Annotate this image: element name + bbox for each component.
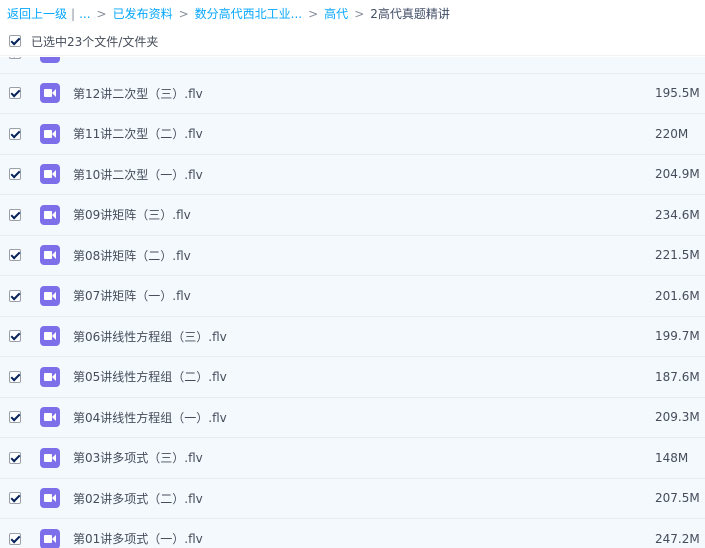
file-size: 247.2M bbox=[655, 531, 700, 546]
breadcrumb-pipe: | bbox=[71, 6, 76, 21]
breadcrumb-back-link[interactable]: 返回上一级 bbox=[7, 5, 67, 22]
file-size: 209.3M bbox=[655, 410, 700, 425]
file-name[interactable]: 第02讲多项式（二）.flv bbox=[73, 490, 203, 507]
video-file-icon bbox=[40, 447, 60, 468]
file-checkbox[interactable] bbox=[9, 127, 21, 140]
file-checkbox[interactable] bbox=[9, 330, 21, 343]
file-size: 148M bbox=[655, 450, 689, 465]
file-size: 207.5M bbox=[655, 491, 700, 506]
file-checkbox[interactable] bbox=[9, 249, 21, 262]
selection-bar: 已选中23个文件/文件夹 bbox=[0, 27, 705, 56]
file-name[interactable]: 第08讲矩阵（二）.flv bbox=[73, 247, 191, 264]
selection-count-text: 已选中23个文件/文件夹 bbox=[31, 34, 159, 49]
file-size: 199.7M bbox=[655, 329, 700, 344]
file-size: 187.6M bbox=[655, 369, 700, 384]
file-name[interactable]: 第06讲线性方程组（三）.flv bbox=[73, 328, 227, 345]
select-all-checkbox[interactable] bbox=[9, 35, 21, 47]
file-checkbox[interactable] bbox=[9, 411, 21, 424]
file-checkbox[interactable] bbox=[9, 451, 21, 464]
video-file-icon bbox=[40, 123, 60, 144]
file-checkbox[interactable] bbox=[9, 168, 21, 181]
file-name[interactable]: 第12讲二次型（三）.flv bbox=[73, 85, 203, 102]
file-name[interactable]: 第04讲线性方程组（一）.flv bbox=[73, 409, 227, 426]
file-name[interactable]: 第01讲多项式（一）.flv bbox=[73, 530, 203, 547]
file-checkbox[interactable] bbox=[9, 87, 21, 100]
breadcrumb-separator: > bbox=[354, 6, 365, 21]
breadcrumb-ellipsis-link[interactable]: ... bbox=[79, 7, 90, 21]
breadcrumb-current-folder: 2高代真题精讲 bbox=[370, 7, 450, 21]
video-file-icon bbox=[40, 528, 60, 548]
file-checkbox[interactable] bbox=[9, 492, 21, 505]
file-name[interactable]: 第11讲二次型（二）.flv bbox=[73, 125, 203, 142]
file-row[interactable]: 第03讲多项式（三）.flv 148M bbox=[0, 438, 705, 479]
file-row[interactable]: 第10讲二次型（一）.flv 204.9M bbox=[0, 154, 705, 195]
breadcrumb-folder-link[interactable]: 数分高代西北工业... bbox=[195, 5, 302, 22]
file-size: 220M bbox=[655, 126, 689, 141]
file-row[interactable]: 第11讲二次型（二）.flv 220M bbox=[0, 114, 705, 155]
file-name[interactable]: 第10讲二次型（一）.flv bbox=[73, 166, 203, 183]
video-file-icon bbox=[40, 164, 60, 185]
breadcrumb: 返回上一级 | ... > 已发布资料 > 数分高代西北工业... > 高代 >… bbox=[0, 0, 705, 27]
file-size: 195.5M bbox=[655, 86, 700, 101]
file-row[interactable]: 第07讲矩阵（一）.flv 201.6M bbox=[0, 276, 705, 317]
file-size: 201.6M bbox=[655, 288, 700, 303]
file-checkbox[interactable] bbox=[9, 289, 21, 302]
file-checkbox[interactable] bbox=[9, 208, 21, 221]
file-checkbox[interactable] bbox=[9, 370, 21, 383]
file-checkbox[interactable] bbox=[9, 57, 21, 59]
file-row[interactable]: 第05讲线性方程组（二）.flv 187.6M bbox=[0, 357, 705, 398]
breadcrumb-separator: > bbox=[308, 6, 319, 21]
file-row[interactable]: 第01讲多项式（一）.flv 247.2M bbox=[0, 519, 705, 548]
file-name[interactable]: 第07讲矩阵（一）.flv bbox=[73, 287, 191, 304]
video-file-icon bbox=[40, 488, 60, 509]
file-row[interactable] bbox=[0, 57, 705, 74]
video-file-icon bbox=[40, 407, 60, 428]
breadcrumb-gaodai-link[interactable]: 高代 bbox=[324, 5, 348, 22]
file-list[interactable]: 第12讲二次型（三）.flv 195.5M 第11讲二次型（二）.flv 220M 第1… bbox=[0, 57, 705, 548]
file-size: 204.9M bbox=[655, 167, 700, 182]
file-checkbox[interactable] bbox=[9, 532, 21, 545]
breadcrumb-separator: > bbox=[96, 6, 107, 21]
file-name[interactable]: 第03讲多项式（三）.flv bbox=[73, 449, 203, 466]
file-size: 221.5M bbox=[655, 248, 700, 263]
file-row[interactable]: 第12讲二次型（三）.flv 195.5M bbox=[0, 73, 705, 114]
video-file-icon bbox=[40, 57, 60, 63]
file-row[interactable]: 第04讲线性方程组（一）.flv 209.3M bbox=[0, 397, 705, 438]
file-row[interactable]: 第08讲矩阵（二）.flv 221.5M bbox=[0, 235, 705, 276]
file-row[interactable]: 第09讲矩阵（三）.flv 234.6M bbox=[0, 195, 705, 236]
video-file-icon bbox=[40, 83, 60, 104]
file-name[interactable]: 第09讲矩阵（三）.flv bbox=[73, 206, 191, 223]
file-row[interactable]: 第02讲多项式（二）.flv 207.5M bbox=[0, 478, 705, 519]
video-file-icon bbox=[40, 326, 60, 347]
file-size: 234.6M bbox=[655, 207, 700, 222]
video-file-icon bbox=[40, 285, 60, 306]
breadcrumb-separator: > bbox=[178, 6, 189, 21]
file-list-inner: 第12讲二次型（三）.flv 195.5M 第11讲二次型（二）.flv 220M 第1… bbox=[0, 57, 705, 548]
file-row[interactable]: 第06讲线性方程组（三）.flv 199.7M bbox=[0, 316, 705, 357]
file-name[interactable]: 第05讲线性方程组（二）.flv bbox=[73, 368, 227, 385]
video-file-icon bbox=[40, 204, 60, 225]
breadcrumb-published-link[interactable]: 已发布资料 bbox=[113, 5, 173, 22]
video-file-icon bbox=[40, 366, 60, 387]
video-file-icon bbox=[40, 245, 60, 266]
